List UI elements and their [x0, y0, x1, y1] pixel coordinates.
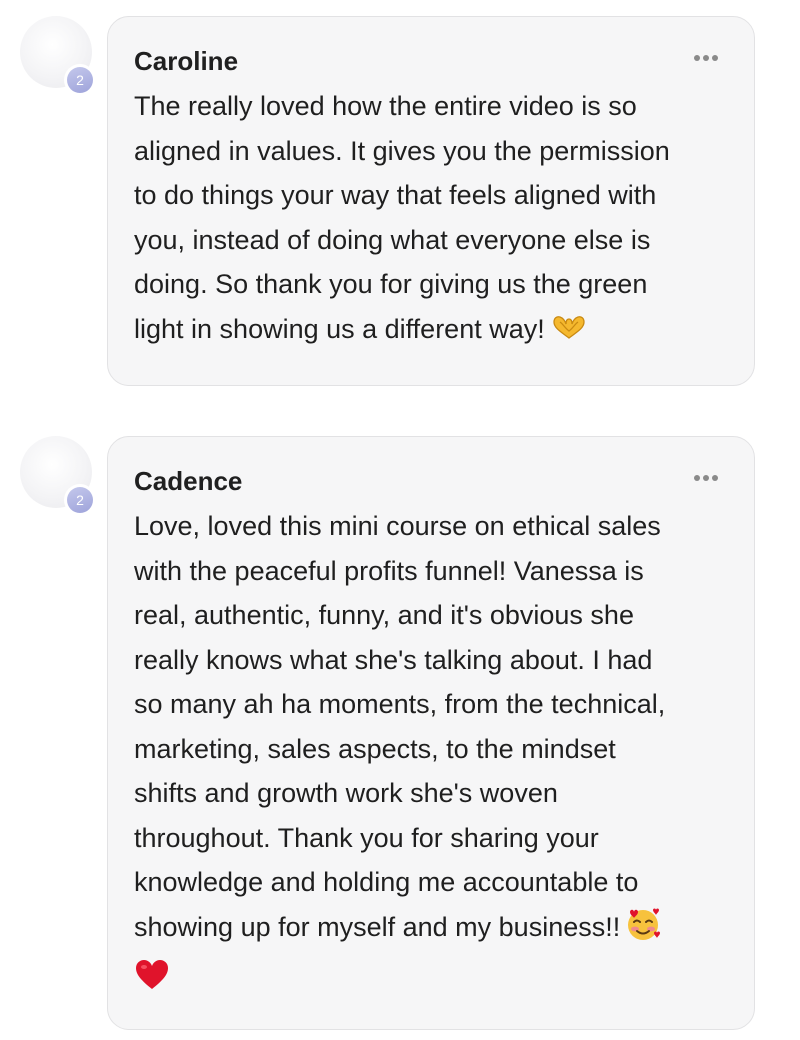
- avatar-badge-count: 2: [67, 487, 93, 513]
- avatar-badge: 2: [64, 64, 96, 96]
- comment-text-body: Love, loved this mini course on ethical …: [134, 511, 666, 942]
- avatar-badge-count: 2: [67, 67, 93, 93]
- comment-bubble: Caroline The really loved how the entire…: [107, 16, 755, 386]
- comment-text: The really loved how the entire video is…: [134, 84, 714, 355]
- more-horizontal-icon[interactable]: [694, 55, 718, 61]
- comment-bubble: Cadence Love, loved this mini course on …: [107, 436, 755, 1030]
- smiling-face-with-hearts-emoji: [624, 906, 662, 956]
- comment-text: Love, loved this mini course on ethical …: [134, 504, 714, 1006]
- avatar-badge: 2: [64, 484, 96, 516]
- more-horizontal-icon[interactable]: [694, 475, 718, 481]
- comment-author[interactable]: Caroline: [134, 41, 714, 81]
- red-heart-emoji: [134, 958, 170, 1006]
- comment-text-body: The really loved how the entire video is…: [134, 91, 670, 344]
- comment-author[interactable]: Cadence: [134, 461, 714, 501]
- heart-hands-emoji: [551, 311, 587, 356]
